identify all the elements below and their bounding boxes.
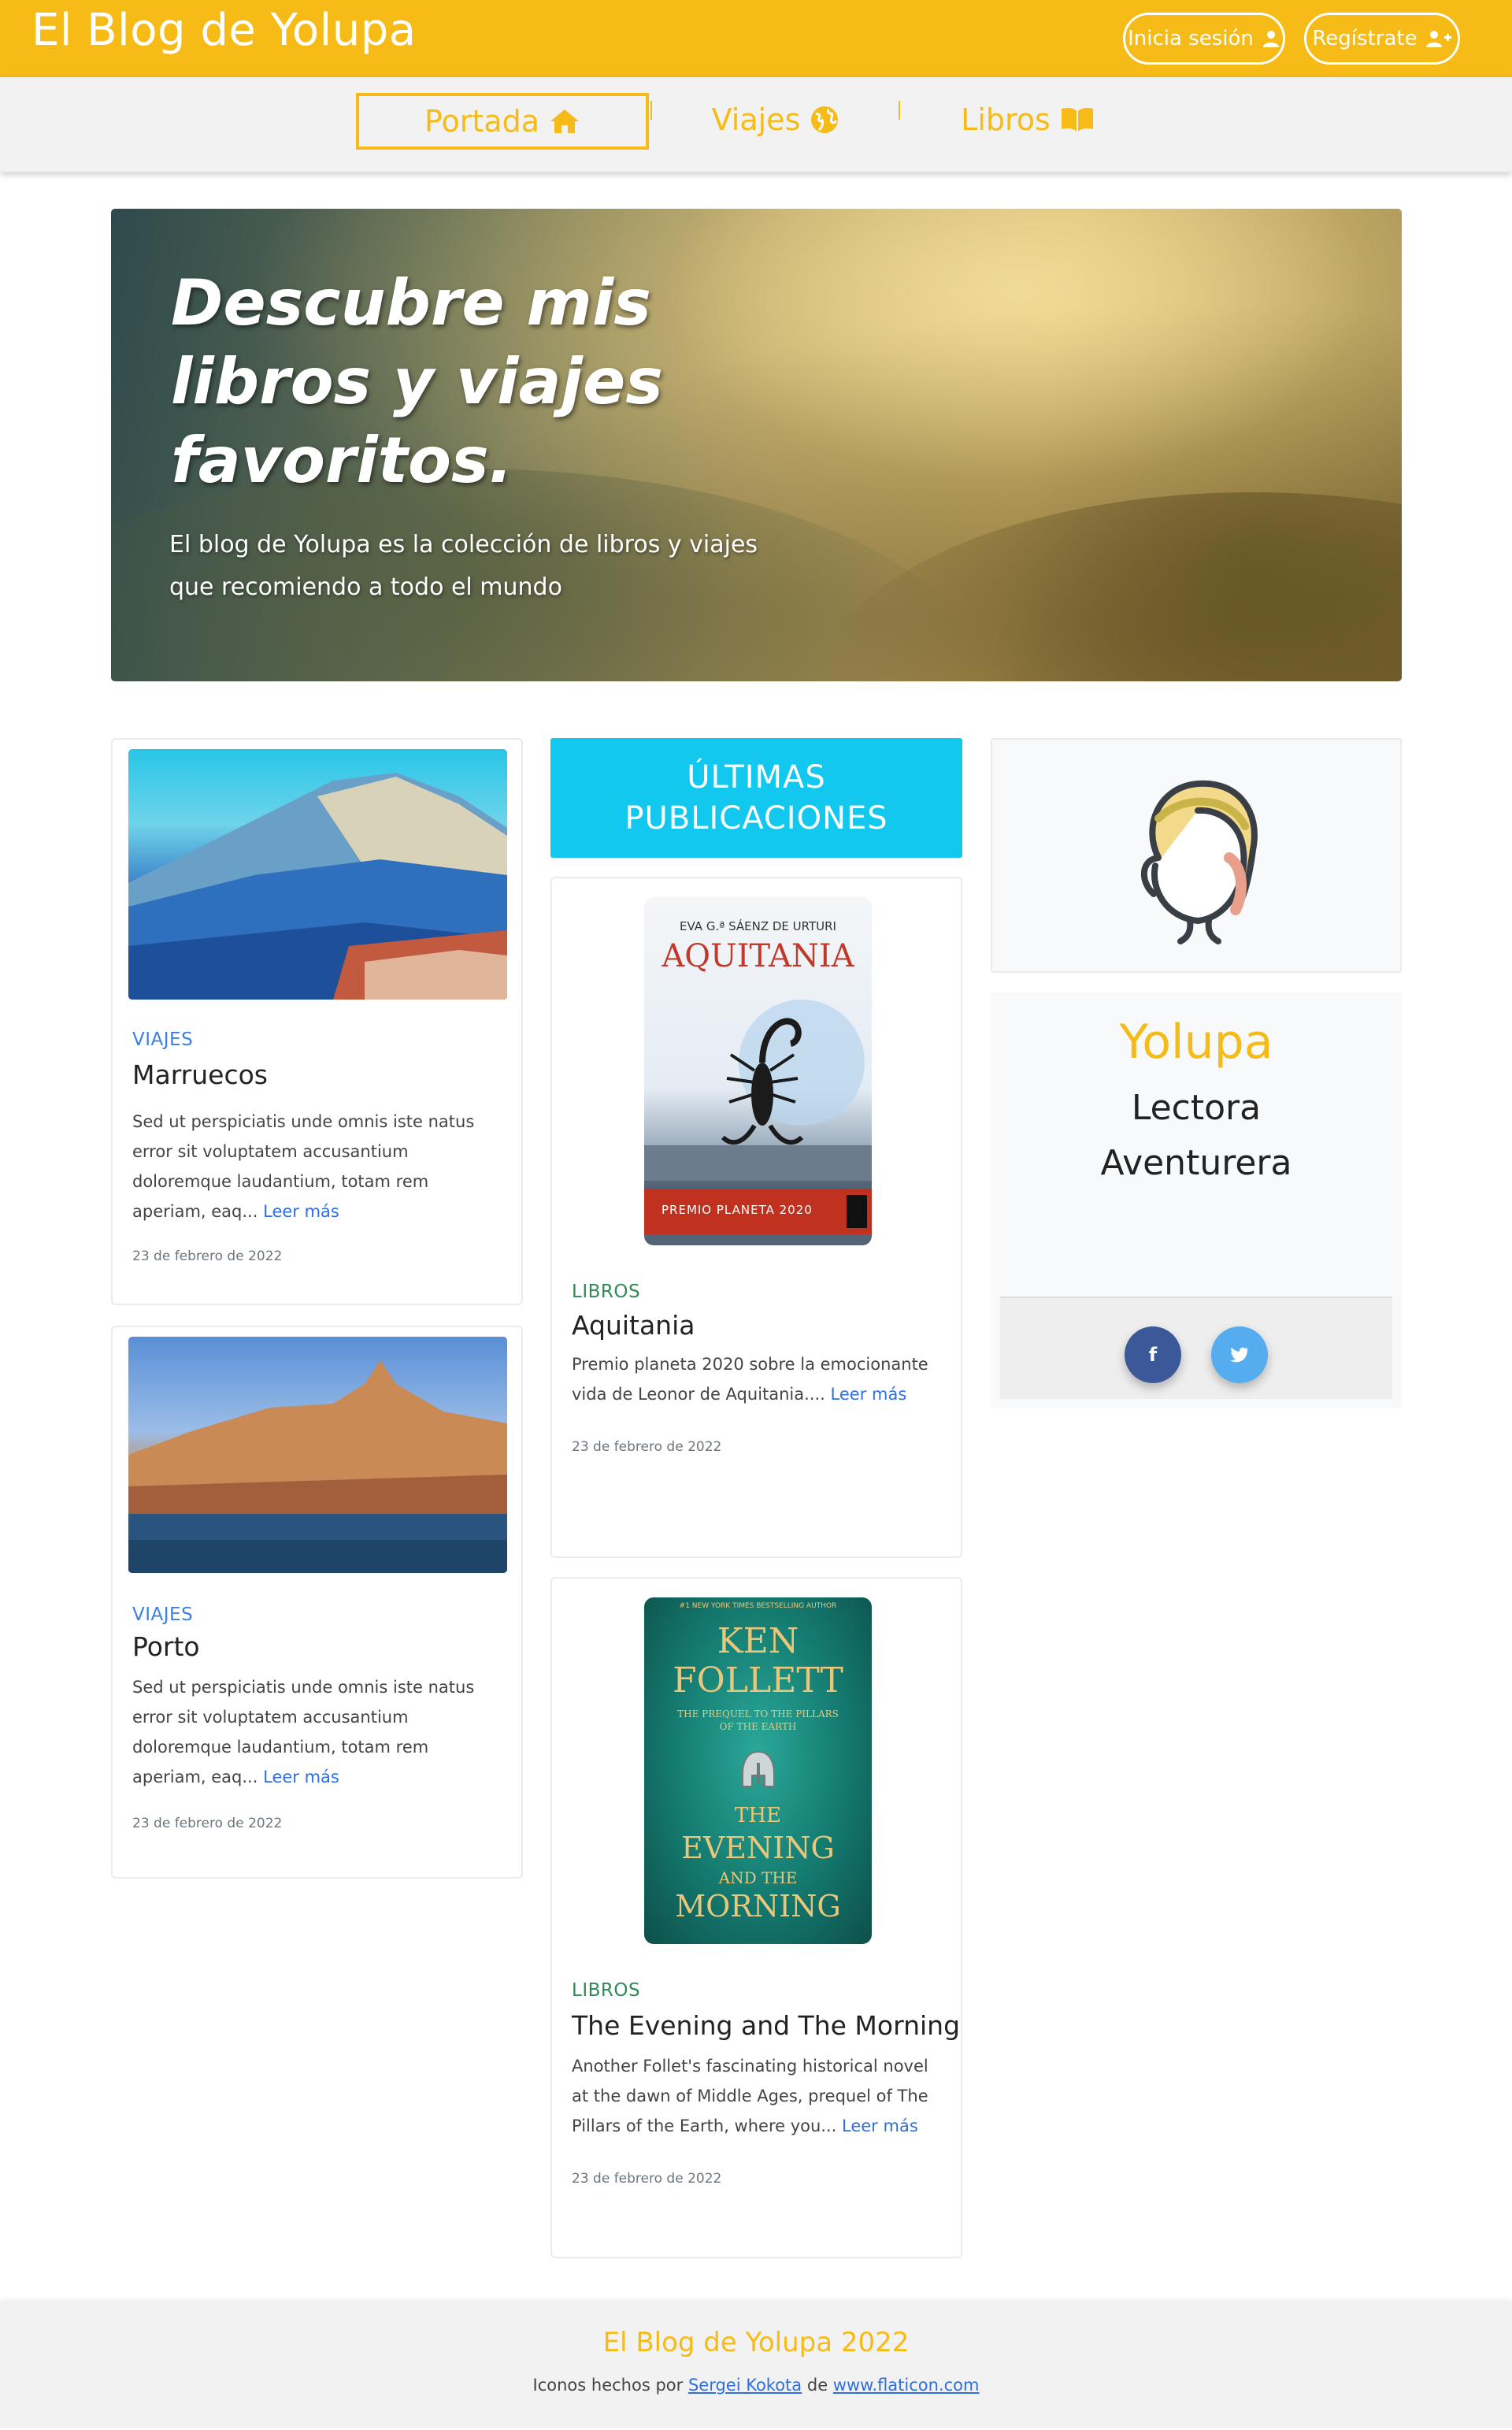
avatar [1140,780,1258,944]
post-title[interactable]: Marruecos [132,1059,268,1090]
cover-prequel: THE PREQUEL TO THE PILLARS OF THE EARTH [677,1708,839,1732]
book-icon [1061,108,1093,132]
post-excerpt: Sed ut perspiciatis unde omnis iste natu… [132,1107,502,1226]
site-footer: El Blog de Yolupa 2022 Iconos hechos por… [0,2302,1512,2428]
cover-title-2: EVENING [681,1831,835,1865]
post-title[interactable]: Porto [132,1631,200,1662]
read-more-link[interactable]: Leer más [842,2117,918,2135]
nav-viajes[interactable]: Viajes [677,95,874,145]
city-illustration [128,1360,507,1573]
post-card[interactable]: EVA G.ª SÁENZ DE URTURI AQUITANIA PREMIO… [550,877,962,1558]
nav-label-portada: Portada [424,104,540,139]
main-nav: Portada Viajes Libros [0,77,1512,172]
read-more-link[interactable]: Leer más [831,1385,907,1404]
home-icon [550,109,580,133]
nav-label-viajes: Viajes [711,102,801,137]
post-category[interactable]: LIBROS [572,1980,640,2001]
hero-light [662,209,1371,484]
post-excerpt: Premio planeta 2020 sobre la emocionante… [572,1349,942,1409]
post-card[interactable]: VIAJES Porto Sed ut perspiciatis unde om… [111,1326,523,1879]
site-brand[interactable]: El Blog de Yolupa [32,5,417,56]
register-label: Regístrate [1312,27,1418,50]
user-plus-icon [1425,31,1451,47]
post-date: 23 de febrero de 2022 [132,1816,283,1831]
hero-mountain [820,492,1402,681]
cover-tagline: #1 NEW YORK TIMES BESTSELLING AUTHOR [679,1602,837,1610]
post-image-marruecos[interactable] [128,749,507,1000]
cover-title-3: AND THE [718,1868,798,1887]
cover-band: PREMIO PLANETA 2020 [644,1189,872,1234]
credit-prefix: Iconos hechos por [532,2376,684,2395]
nav-label-libros: Libros [961,102,1051,137]
credit-site-link[interactable]: www.flaticon.com [833,2376,980,2395]
cover-title-4: MORNING [675,1889,841,1924]
profile-card: Yolupa Lectora Aventurera f [991,992,1402,1408]
hero-subtitle: El blog de Yolupa es la colección de lib… [169,531,758,601]
post-card[interactable]: #1 NEW YORK TIMES BESTSELLING AUTHOR KEN… [550,1577,962,2258]
read-more-link[interactable]: Leer más [263,1768,339,1786]
cover-author-last: FOLLETT [673,1660,843,1701]
post-image-evening-morning[interactable]: #1 NEW YORK TIMES BESTSELLING AUTHOR KEN… [644,1597,872,1944]
facebook-button[interactable]: f [1125,1326,1181,1383]
footer-credit: Iconos hechos por Sergei Kokota de www.f… [0,2376,1512,2395]
nav-divider [899,101,900,120]
nav-libros[interactable]: Libros [929,95,1126,145]
post-image-aquitania[interactable]: EVA G.ª SÁENZ DE URTURI AQUITANIA PREMIO… [644,897,872,1245]
credit-middle: de [806,2376,828,2395]
post-excerpt: Sed ut perspiciatis unde omnis iste natu… [132,1672,502,1792]
credit-author-link[interactable]: Sergei Kokota [688,2376,802,2395]
profile-role-text: Lectora Aventurera [1100,1088,1292,1183]
cover-title-1: THE [735,1804,781,1827]
nav-divider [650,101,652,120]
cover-author: EVA G.ª SÁENZ DE URTURI [680,919,836,933]
latest-posts-heading: ÚLTIMAS PUBLICACIONES [550,738,962,858]
hero-title: Descubre mis libros y viajes favoritos. [171,266,663,497]
post-date: 23 de febrero de 2022 [572,2171,722,2187]
post-category[interactable]: VIAJES [132,1030,193,1050]
cover-author-first: KEN [717,1621,799,1661]
post-card[interactable]: VIAJES Marruecos Sed ut perspiciatis und… [111,738,523,1305]
hero-banner: Descubre mis libros y viajes favoritos. … [111,209,1402,681]
profile-avatar-box [991,738,1402,973]
facebook-icon: f [1148,1344,1158,1366]
globe-icon [811,106,839,133]
post-excerpt: Another Follet's fascinating historical … [572,2051,942,2141]
login-label: Inicia sesión [1128,27,1254,50]
profile-name: Yolupa [1119,1015,1273,1070]
post-date: 23 de febrero de 2022 [572,1439,722,1455]
post-image-porto[interactable] [128,1337,507,1573]
profile-role: Lectora Aventurera [991,1081,1402,1191]
post-date: 23 de febrero de 2022 [132,1248,283,1264]
post-title[interactable]: Aquitania [572,1310,695,1341]
scorpion-illustration [644,1000,872,1181]
twitter-button[interactable] [1211,1326,1268,1383]
publisher-logo [847,1195,867,1228]
user-icon [1262,31,1279,47]
cover-band-text: PREMIO PLANETA 2020 [662,1203,813,1217]
post-category[interactable]: VIAJES [132,1605,193,1625]
register-button[interactable]: Regístrate [1304,13,1460,65]
twitter-icon [1230,1347,1248,1363]
read-more-link[interactable]: Leer más [263,1202,339,1221]
top-bar: El Blog de Yolupa Inicia sesión Regístra… [0,0,1512,77]
post-title[interactable]: The Evening and The Morning [572,2010,960,2041]
city-illustration [128,773,507,1000]
social-links: f [1000,1297,1392,1399]
post-category[interactable]: LIBROS [572,1282,640,1302]
cover-title: AQUITANIA [662,938,854,974]
footer-title: El Blog de Yolupa 2022 [602,2327,910,2358]
login-button[interactable]: Inicia sesión [1123,13,1285,65]
nav-portada[interactable]: Portada [356,93,649,150]
helmet-icon [742,1750,775,1787]
